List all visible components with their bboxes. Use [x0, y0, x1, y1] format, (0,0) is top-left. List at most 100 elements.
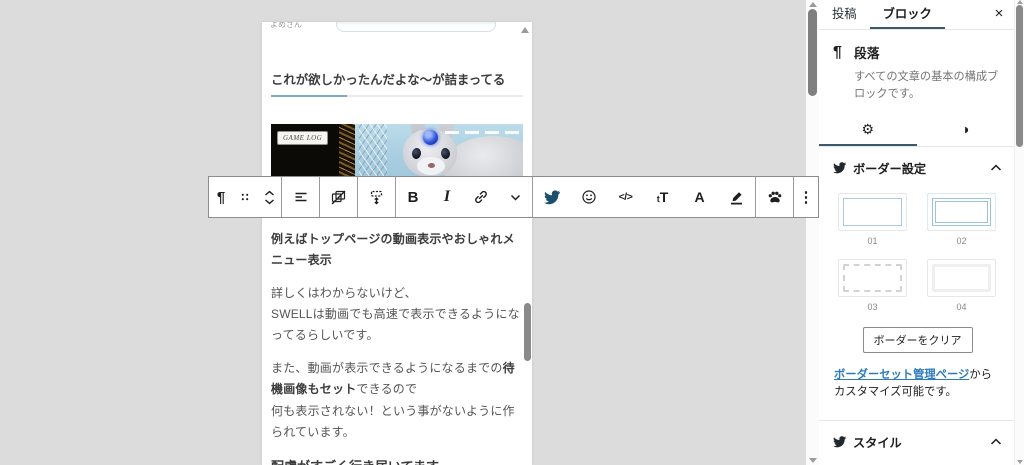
rabbit-gem — [423, 130, 438, 145]
page-scrollbar-thumb[interactable] — [1016, 5, 1023, 147]
standby-pre: また、動画が表示できるようになるまでの — [271, 360, 503, 375]
border-preset-01[interactable]: 01 — [838, 192, 907, 246]
align-text-icon — [293, 189, 309, 205]
chevron-down-icon — [509, 191, 522, 204]
block-toolbar: ¶ B I </> tT A ⋮ — [208, 176, 819, 218]
swell-format-button[interactable] — [533, 177, 570, 217]
block-card-title: 段落 — [854, 46, 880, 61]
toolbar-group-options: ⋮ — [794, 177, 818, 217]
editor-scrollbar-thumb[interactable] — [808, 9, 817, 96]
swell-bird-icon — [544, 189, 560, 205]
toolbar-group-paw — [756, 177, 794, 217]
bold-button[interactable]: B — [396, 177, 430, 217]
banner-nav-links — [445, 131, 519, 134]
detail-line-1: 詳しくはわからないけど、 — [271, 285, 417, 300]
inline-code-icon: </> — [618, 190, 633, 203]
tab-block[interactable]: ブロック — [869, 0, 945, 29]
editor-scroll-down-arrow[interactable] — [809, 458, 817, 463]
toolbar-group-inline-format: B I — [396, 177, 533, 217]
move-up-down-button[interactable] — [257, 177, 281, 217]
paragraph-block-icon: ¶ — [833, 44, 842, 61]
move-up-down-icon — [262, 189, 277, 206]
toolbar-group-align — [282, 177, 320, 217]
border-panel-note: ボーダーセット管理ページからカスタマイズ可能です。 — [834, 367, 1001, 402]
font-color-icon: A — [694, 189, 705, 205]
banner-image: GAME LOG — [271, 124, 523, 183]
close-sidebar-button[interactable]: × — [984, 0, 1014, 29]
bold-icon: B — [407, 188, 419, 206]
paragraph-block-button[interactable]: ¶ — [209, 177, 233, 217]
emoji-button[interactable] — [570, 177, 607, 217]
preview-paragraph-standby: また、動画が表示できるようになるまでの待機画像もセットできるので 何も表示されな… — [271, 358, 523, 443]
tab-post[interactable]: 投稿 — [819, 0, 870, 29]
banner-left-panel: GAME LOG — [271, 124, 355, 183]
font-size-button[interactable]: tT — [644, 177, 681, 217]
link-icon — [473, 189, 489, 205]
italic-button[interactable]: I — [430, 177, 464, 217]
swell-bird-icon — [833, 161, 846, 174]
border-panel-title: ボーダー設定 — [853, 161, 927, 176]
toolbar-group-swell-format: </> tT A — [533, 177, 756, 217]
style-panel-header[interactable]: スタイル — [833, 433, 1002, 451]
editor-scroll-up-arrow[interactable] — [809, 2, 817, 7]
drag-handle-button[interactable] — [233, 177, 257, 217]
block-card: ¶ 段落 すべての文章の基本の構成ブロックです。 — [819, 30, 1014, 105]
italic-icon: I — [443, 188, 451, 205]
toolbar-group-block: ¶ — [209, 177, 282, 217]
banner-right-panel — [355, 124, 523, 183]
toolbar-group-height — [358, 177, 396, 217]
editor-canvas: よめさん これが欲しかったんだよな～が詰まってる GAME LOG 例えばトップ… — [0, 0, 819, 465]
border-preset-label: 01 — [867, 235, 878, 246]
border-panel-header[interactable]: ボーダー設定 — [833, 159, 1002, 177]
border-set-admin-link[interactable]: ボーダーセット管理ページ — [834, 369, 969, 381]
paw-button[interactable] — [756, 177, 793, 217]
drag-handle-icon — [238, 190, 252, 204]
gear-icon: ⚙ — [861, 120, 875, 137]
align-text-button[interactable] — [282, 177, 319, 217]
swell-bird-icon — [833, 435, 846, 448]
height-adjust-button[interactable] — [358, 177, 395, 217]
clear-border-button[interactable]: ボーダーをクリア — [862, 326, 973, 353]
border-preset-04[interactable]: 04 — [927, 258, 996, 312]
preview-heading-care: 配慮がすごく行き届いてます — [271, 456, 439, 465]
highlighter-icon — [728, 189, 745, 206]
page-scroll-down-arrow[interactable] — [1017, 460, 1023, 464]
copy-style-button[interactable] — [320, 177, 357, 217]
border-preset-02[interactable]: 02 — [927, 192, 996, 246]
border-preset-label: 02 — [956, 235, 967, 246]
border-preset-label: 04 — [956, 301, 967, 312]
height-adjust-icon — [368, 189, 385, 206]
tab-settings[interactable]: ⚙ — [819, 113, 917, 146]
border-preset-03[interactable]: 03 — [838, 258, 907, 312]
highlighter-button[interactable] — [718, 177, 755, 217]
font-color-button[interactable]: A — [681, 177, 718, 217]
style-panel: スタイル スタイルをクリア — [819, 421, 1014, 465]
border-preset-label: 03 — [867, 301, 878, 312]
style-panel-title: スタイル — [853, 435, 902, 450]
inline-code-button[interactable]: </> — [607, 177, 644, 217]
options-button[interactable]: ⋮ — [794, 177, 818, 217]
post-preview-column: よめさん これが欲しかったんだよな～が詰まってる GAME LOG 例えばトップ… — [262, 22, 532, 465]
page-scrollbar[interactable] — [1014, 0, 1024, 465]
more-formats-button[interactable] — [498, 177, 532, 217]
chevron-up-icon — [990, 163, 1002, 172]
contrast-icon: ◑ — [961, 121, 970, 138]
paw-icon — [767, 189, 783, 205]
preview-scrollbar-thumb[interactable] — [524, 303, 531, 361]
tab-styles[interactable]: ◑ — [917, 113, 1015, 146]
editor-scrollbar[interactable] — [806, 0, 819, 465]
preview-scroll-up-arrow[interactable] — [521, 27, 529, 33]
preview-paragraph-example: 例えばトップページの動画表示やおしゃれメニュー表示 — [271, 232, 515, 268]
block-card-description: すべての文章の基本の構成ブロックです。 — [854, 71, 999, 100]
rabbit-nose — [428, 163, 435, 168]
emoji-icon — [581, 189, 597, 205]
preview-paragraph-detail: 詳しくはわからないけど、 SWELLは動画でも高速で表示できるようになってるらし… — [271, 283, 523, 347]
page-scroll-up-arrow[interactable] — [1017, 0, 1023, 4]
link-button[interactable] — [464, 177, 498, 217]
banner-logo: GAME LOG — [277, 131, 329, 145]
border-settings-panel: ボーダー設定 01 02 03 04 ボーダーをクリア ボーダーセット管理ページ… — [819, 147, 1014, 421]
speech-bubble-clipped — [336, 22, 496, 32]
border-preset-grid: 01 02 03 04 — [838, 192, 1002, 312]
sidebar-tab-bar: 投稿 ブロック × — [819, 0, 1014, 30]
detail-line-2: SWELLは動画でも高速で表示できるようになってるらしいです。 — [271, 307, 520, 343]
